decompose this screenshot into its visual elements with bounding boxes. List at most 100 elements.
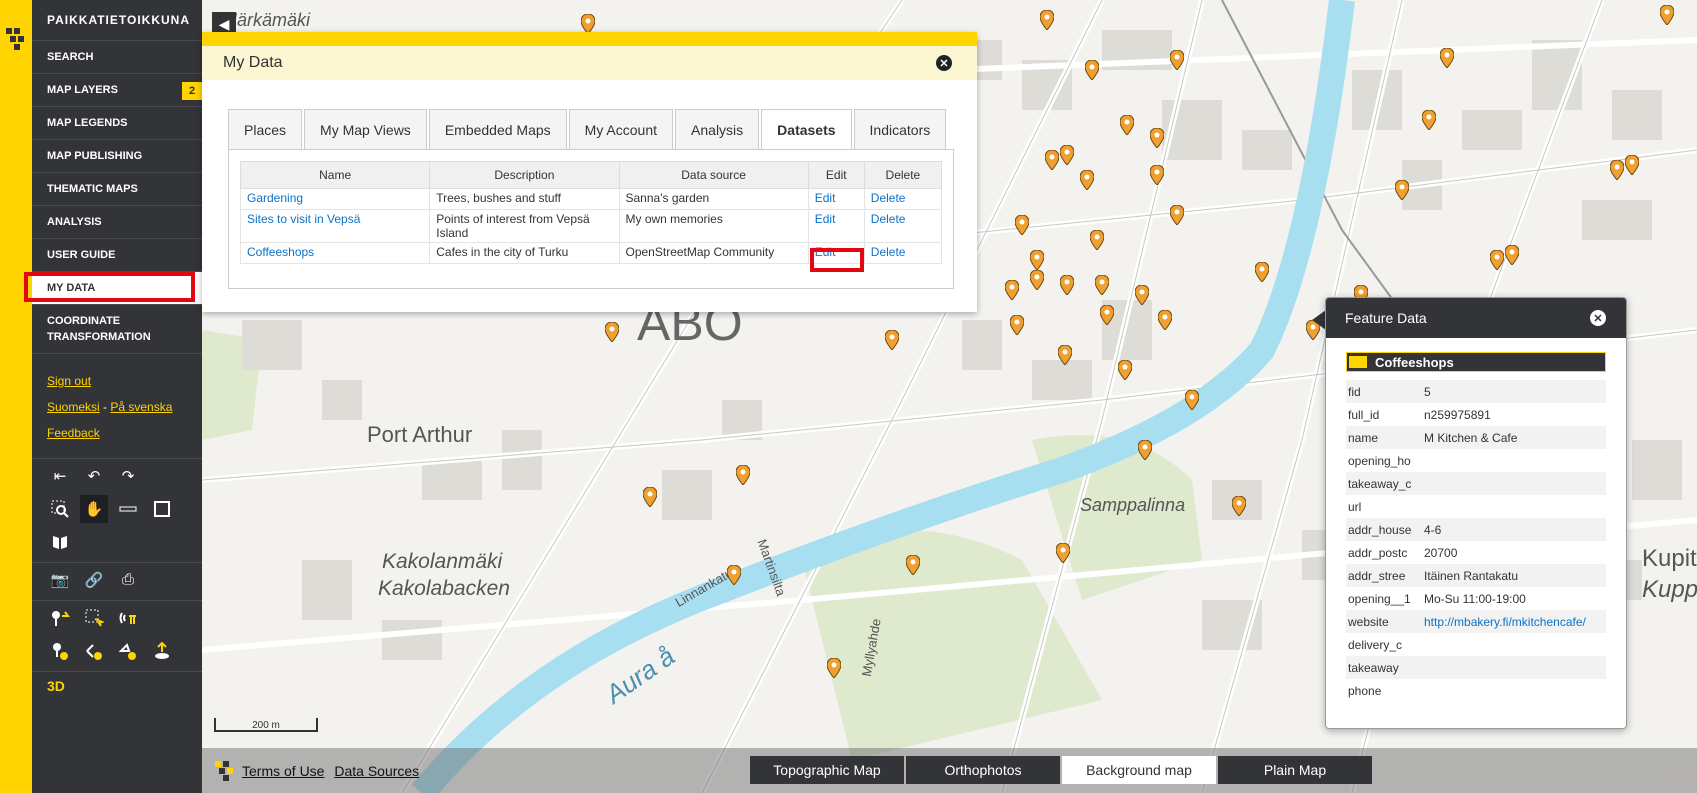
tab-datasets[interactable]: Datasets xyxy=(761,109,852,150)
coffeeshop-marker-icon[interactable] xyxy=(1058,345,1072,365)
undo-icon[interactable]: ↶ xyxy=(80,462,108,490)
dataset-name-link[interactable]: Gardening xyxy=(247,191,303,205)
coffeeshop-marker-icon[interactable] xyxy=(1030,270,1044,290)
import-data-icon[interactable] xyxy=(148,637,176,665)
3d-view-button[interactable]: 3D xyxy=(32,678,202,694)
nav-map-legends[interactable]: MAP LEGENDS xyxy=(32,107,202,140)
coffeeshop-marker-icon[interactable] xyxy=(1030,250,1044,270)
delete-link[interactable]: Delete xyxy=(871,245,906,259)
coffeeshop-marker-icon[interactable] xyxy=(1232,496,1246,516)
tab-indicators[interactable]: Indicators xyxy=(853,109,947,149)
language-sv-link[interactable]: På svenska xyxy=(110,400,172,414)
tab-analysis[interactable]: Analysis xyxy=(675,109,760,149)
bg-orthophotos-button[interactable]: Orthophotos xyxy=(906,756,1060,784)
coffeeshop-marker-icon[interactable] xyxy=(1170,50,1184,70)
tab-places[interactable]: Places xyxy=(228,109,303,149)
coffeeshop-marker-icon[interactable] xyxy=(1120,115,1134,135)
coffeeshop-marker-icon[interactable] xyxy=(1085,60,1099,80)
coffeeshop-marker-icon[interactable] xyxy=(1625,155,1639,175)
nav-analysis[interactable]: ANALYSIS xyxy=(32,206,202,239)
nav-map-layers[interactable]: MAP LAYERS 2 xyxy=(32,74,202,107)
measure-line-icon[interactable] xyxy=(114,495,142,523)
coffeeshop-marker-icon[interactable] xyxy=(1056,543,1070,563)
coffeeshop-marker-icon[interactable] xyxy=(1150,128,1164,148)
delete-link[interactable]: Delete xyxy=(871,212,906,226)
website-link[interactable]: http://mbakery.fi/mkitchencafe/ xyxy=(1424,615,1586,629)
sign-out-link[interactable]: Sign out xyxy=(47,374,91,388)
nav-thematic-maps[interactable]: THEMATIC MAPS xyxy=(32,173,202,206)
map-book-icon[interactable] xyxy=(46,528,74,556)
link-icon[interactable]: 🔗 xyxy=(80,566,108,594)
coffeeshop-marker-icon[interactable] xyxy=(1395,180,1409,200)
nav-search[interactable]: SEARCH xyxy=(32,41,202,74)
coffeeshop-marker-icon[interactable] xyxy=(581,14,595,34)
coffeeshop-marker-icon[interactable] xyxy=(727,565,741,585)
zoom-box-icon[interactable] xyxy=(46,495,74,523)
coffeeshop-marker-icon[interactable] xyxy=(1010,315,1024,335)
coffeeshop-marker-icon[interactable] xyxy=(1100,305,1114,325)
coffeeshop-marker-icon[interactable] xyxy=(1660,5,1674,25)
coffeeshop-marker-icon[interactable] xyxy=(1095,275,1109,295)
coffeeshop-marker-icon[interactable] xyxy=(1505,245,1519,265)
add-point-icon[interactable] xyxy=(46,637,74,665)
redo-icon[interactable]: ↷ xyxy=(114,462,142,490)
bg-plain-map-button[interactable]: Plain Map xyxy=(1218,756,1372,784)
dataset-name-link[interactable]: Coffeeshops xyxy=(247,245,314,259)
select-feature-icon[interactable] xyxy=(80,604,108,632)
dataset-name-link[interactable]: Sites to visit in Vepsä xyxy=(247,212,360,226)
reset-view-icon[interactable]: ⇤ xyxy=(46,462,74,490)
coffeeshop-marker-icon[interactable] xyxy=(1060,145,1074,165)
coffeeshop-marker-icon[interactable] xyxy=(1040,10,1054,30)
coffeeshop-marker-icon[interactable] xyxy=(643,487,657,507)
terms-of-use-link[interactable]: Terms of Use xyxy=(242,763,324,779)
coffeeshop-marker-icon[interactable] xyxy=(1060,275,1074,295)
coffeeshop-marker-icon[interactable] xyxy=(1610,160,1624,180)
nav-my-data[interactable]: MY DATA xyxy=(32,272,202,305)
add-area-icon[interactable] xyxy=(114,637,142,665)
coffeeshop-marker-icon[interactable] xyxy=(1080,170,1094,190)
bg-background-map-button[interactable]: Background map xyxy=(1062,756,1216,784)
nav-user-guide[interactable]: USER GUIDE xyxy=(32,239,202,272)
coffeeshop-marker-icon[interactable] xyxy=(1422,110,1436,130)
measure-area-icon[interactable] xyxy=(148,495,176,523)
coffeeshop-marker-icon[interactable] xyxy=(885,330,899,350)
coffeeshop-marker-icon[interactable] xyxy=(1005,280,1019,300)
marker-tool-icon[interactable] xyxy=(46,604,74,632)
language-fi-link[interactable]: Suomeksi xyxy=(47,400,100,414)
close-panel-button[interactable]: ✕ xyxy=(936,55,952,71)
feedback-link[interactable]: Feedback xyxy=(47,426,100,440)
pan-hand-icon[interactable]: ✋ xyxy=(80,494,108,523)
data-sources-link[interactable]: Data Sources xyxy=(334,763,419,779)
edit-link-coffeeshops[interactable]: Edit xyxy=(815,245,836,259)
coffeeshop-marker-icon[interactable] xyxy=(605,322,619,342)
add-line-icon[interactable] xyxy=(80,637,108,665)
tab-embedded-maps[interactable]: Embedded Maps xyxy=(428,109,567,149)
close-feature-button[interactable]: ✕ xyxy=(1590,310,1606,326)
coffeeshop-marker-icon[interactable] xyxy=(736,465,750,485)
camera-icon[interactable]: 📷 xyxy=(46,566,74,594)
coffeeshop-marker-icon[interactable] xyxy=(1138,440,1152,460)
delete-link[interactable]: Delete xyxy=(871,191,906,205)
tab-my-map-views[interactable]: My Map Views xyxy=(304,109,427,149)
edit-link[interactable]: Edit xyxy=(815,212,836,226)
nav-map-publishing[interactable]: MAP PUBLISHING xyxy=(32,140,202,173)
coffeeshop-marker-icon[interactable] xyxy=(827,658,841,678)
coffeeshop-marker-icon[interactable] xyxy=(1170,205,1184,225)
coffeeshop-marker-icon[interactable] xyxy=(1118,360,1132,380)
edit-link[interactable]: Edit xyxy=(815,191,836,205)
coffeeshop-marker-icon[interactable] xyxy=(1015,215,1029,235)
coffeeshop-marker-icon[interactable] xyxy=(1150,165,1164,185)
coffeeshop-marker-icon[interactable] xyxy=(1158,310,1172,330)
coffeeshop-marker-icon[interactable] xyxy=(1090,230,1104,250)
coffeeshop-marker-icon[interactable] xyxy=(906,555,920,575)
nav-coordinate-transformation[interactable]: COORDINATE TRANSFORMATION xyxy=(32,305,202,354)
coffeeshop-marker-icon[interactable] xyxy=(1255,262,1269,282)
coffeeshop-marker-icon[interactable] xyxy=(1185,390,1199,410)
bg-topographic-button[interactable]: Topographic Map xyxy=(750,756,904,784)
coffeeshop-marker-icon[interactable] xyxy=(1045,150,1059,170)
coffeeshop-marker-icon[interactable] xyxy=(1490,250,1504,270)
feature-info-icon[interactable] xyxy=(114,604,142,632)
print-icon[interactable]: ⎙ xyxy=(114,566,142,594)
coffeeshop-marker-icon[interactable] xyxy=(1440,48,1454,68)
coffeeshop-marker-icon[interactable] xyxy=(1135,285,1149,305)
